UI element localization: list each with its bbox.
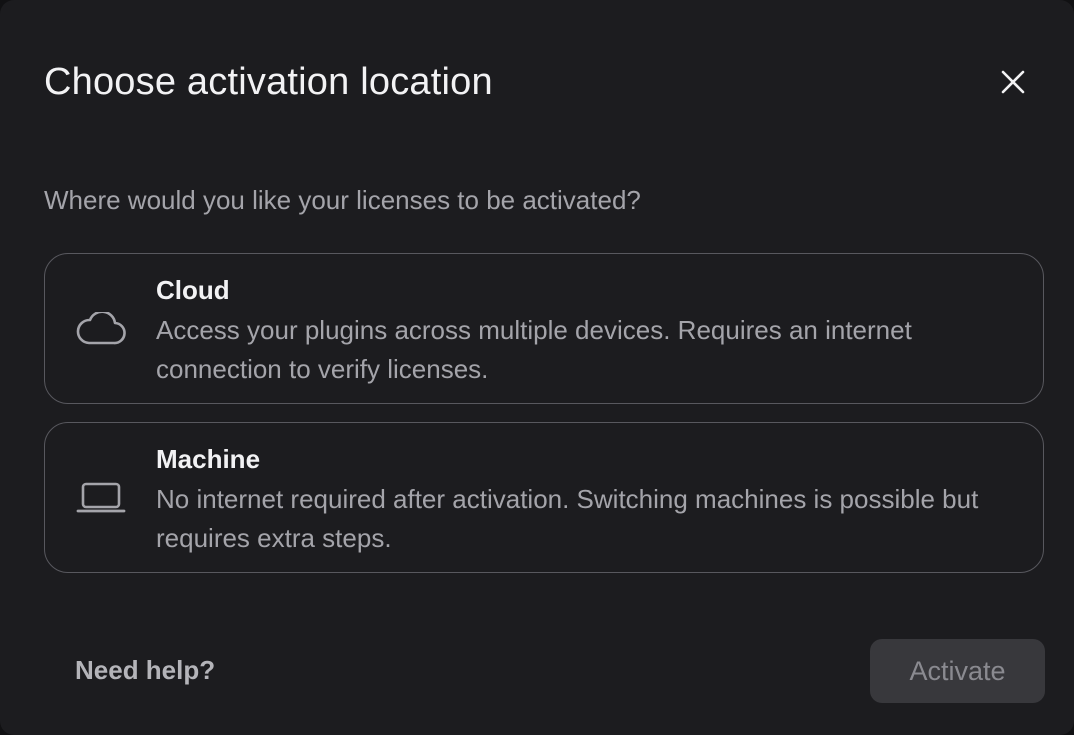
option-machine-description: No internet required after activation. S… xyxy=(156,484,979,553)
cloud-icon xyxy=(75,304,127,354)
need-help-link[interactable]: Need help? xyxy=(75,652,215,688)
option-cloud[interactable]: Cloud Access your plugins across multipl… xyxy=(44,253,1044,404)
activation-dialog: Choose activation location Where would y… xyxy=(0,0,1074,735)
option-machine[interactable]: Machine No internet required after activ… xyxy=(44,422,1044,573)
option-machine-title: Machine xyxy=(156,444,261,474)
option-cloud-title: Cloud xyxy=(156,275,230,305)
dialog-title: Choose activation location xyxy=(44,61,493,103)
close-button[interactable] xyxy=(993,62,1033,102)
laptop-icon xyxy=(75,473,127,523)
activation-question: Where would you like your licenses to be… xyxy=(44,185,641,215)
activate-button[interactable]: Activate xyxy=(870,639,1045,703)
close-icon xyxy=(1001,70,1025,94)
option-cloud-description: Access your plugins across multiple devi… xyxy=(156,315,912,384)
